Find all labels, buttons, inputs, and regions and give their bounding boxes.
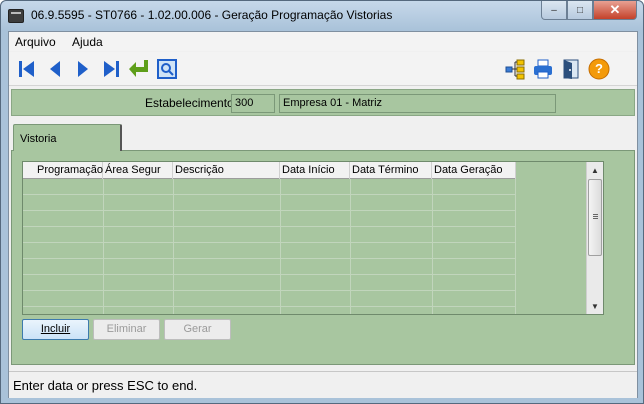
col-header-programacao[interactable]: Programação bbox=[23, 162, 103, 179]
menu-ajuda[interactable]: Ajuda bbox=[72, 35, 103, 49]
app-window: 06.9.5595 - ST0766 - 1.02.00.006 - Geraç… bbox=[0, 0, 644, 404]
return-icon bbox=[129, 60, 148, 77]
previous-record-button[interactable] bbox=[43, 57, 67, 81]
maximize-icon: □ bbox=[576, 4, 584, 16]
col-header-data-inicio[interactable]: Data Início bbox=[280, 162, 350, 179]
status-bar: Enter data or press ESC to end. bbox=[9, 371, 637, 398]
grid-body[interactable] bbox=[23, 179, 516, 314]
eliminar-label: Eliminar bbox=[106, 323, 147, 335]
grid-column-divider bbox=[280, 179, 281, 314]
next-record-button[interactable] bbox=[71, 57, 95, 81]
tab-vistoria[interactable]: Vistoria bbox=[13, 124, 122, 151]
help-glyph: ? bbox=[595, 61, 603, 76]
zoom-search-button[interactable] bbox=[155, 57, 179, 81]
scroll-up-arrow-icon[interactable]: ▲ bbox=[587, 162, 603, 178]
grid-column-divider bbox=[173, 179, 174, 314]
menu-arquivo[interactable]: Arquivo bbox=[15, 35, 56, 49]
scroll-grip bbox=[593, 218, 598, 219]
col-header-descricao[interactable]: Descrição bbox=[173, 162, 280, 179]
gerar-label: Gerar bbox=[183, 323, 212, 335]
menu-bar: Arquivo Ajuda bbox=[9, 32, 637, 51]
grid-vertical-scrollbar[interactable]: ▲ ▼ bbox=[586, 162, 603, 314]
grid-row-divider bbox=[23, 194, 516, 195]
scroll-thumb[interactable] bbox=[588, 179, 602, 256]
estabelecimento-code-field: 300 bbox=[231, 94, 275, 113]
grid-row-divider bbox=[23, 306, 516, 307]
scroll-down-arrow-icon[interactable]: ▼ bbox=[587, 298, 603, 314]
print-button[interactable] bbox=[531, 57, 555, 81]
tabs-area: Programação Área Segur Descrição Data In… bbox=[11, 124, 635, 365]
toolbar: ? bbox=[9, 52, 637, 86]
app-icon bbox=[8, 9, 24, 23]
grid-column-divider bbox=[103, 179, 104, 314]
eliminar-button[interactable]: Eliminar bbox=[93, 319, 160, 340]
gerar-button[interactable]: Gerar bbox=[164, 319, 231, 340]
estabelecimento-name-field: Empresa 01 - Matriz bbox=[279, 94, 556, 113]
grid-row-divider bbox=[23, 210, 516, 211]
grid-row-divider bbox=[23, 290, 516, 291]
minimize-icon: – bbox=[551, 4, 557, 16]
grid-row-divider bbox=[23, 242, 516, 243]
return-button[interactable] bbox=[127, 57, 151, 81]
exit-door-icon bbox=[563, 59, 579, 79]
title-bar[interactable]: 06.9.5595 - ST0766 - 1.02.00.006 - Geraç… bbox=[1, 1, 643, 31]
col-header-data-geracao[interactable]: Data Geração bbox=[432, 162, 516, 179]
incluir-label: Incluir bbox=[40, 323, 71, 335]
print-icon bbox=[534, 59, 552, 79]
client-area: Arquivo Ajuda ? Estabelecimento: 300 Emp… bbox=[8, 31, 638, 398]
window-controls: – □ ✕ bbox=[541, 1, 637, 21]
scroll-grip bbox=[593, 216, 598, 217]
incluir-button[interactable]: Incluir bbox=[22, 319, 89, 340]
previous-record-icon bbox=[50, 61, 60, 77]
grid-header: Programação Área Segur Descrição Data In… bbox=[23, 162, 516, 179]
close-button[interactable]: ✕ bbox=[593, 1, 637, 20]
last-record-button[interactable] bbox=[99, 57, 123, 81]
grid-column-divider bbox=[515, 179, 516, 314]
maximize-button[interactable]: □ bbox=[567, 1, 593, 20]
tab-vistoria-label: Vistoria bbox=[20, 133, 57, 145]
grid-column-divider bbox=[432, 179, 433, 314]
first-record-icon bbox=[19, 61, 34, 77]
estabelecimento-panel: Estabelecimento: 300 Empresa 01 - Matriz bbox=[11, 89, 635, 116]
grid-column-divider bbox=[350, 179, 351, 314]
last-record-icon bbox=[104, 61, 119, 77]
hierarchy-icon bbox=[505, 59, 525, 80]
col-header-area-segur[interactable]: Área Segur bbox=[103, 162, 173, 179]
help-button[interactable]: ? bbox=[587, 57, 611, 81]
vistoria-grid[interactable]: Programação Área Segur Descrição Data In… bbox=[22, 161, 604, 315]
status-text: Enter data or press ESC to end. bbox=[13, 378, 198, 393]
zoom-search-icon bbox=[157, 59, 177, 79]
grid-row-divider bbox=[23, 258, 516, 259]
close-icon: ✕ bbox=[609, 2, 621, 17]
col-header-data-termino[interactable]: Data Término bbox=[350, 162, 432, 179]
grid-row-divider bbox=[23, 226, 516, 227]
next-record-icon bbox=[78, 61, 88, 77]
estabelecimento-label: Estabelecimento: bbox=[145, 96, 238, 110]
window-title: 06.9.5595 - ST0766 - 1.02.00.006 - Geraç… bbox=[31, 8, 393, 22]
scroll-grip bbox=[593, 214, 598, 215]
tab-panel-vistoria: Programação Área Segur Descrição Data In… bbox=[11, 150, 635, 365]
first-record-button[interactable] bbox=[15, 57, 39, 81]
minimize-button[interactable]: – bbox=[541, 1, 567, 20]
exit-button[interactable] bbox=[559, 57, 583, 81]
grid-row-divider bbox=[23, 274, 516, 275]
hierarchy-button[interactable] bbox=[503, 57, 527, 81]
